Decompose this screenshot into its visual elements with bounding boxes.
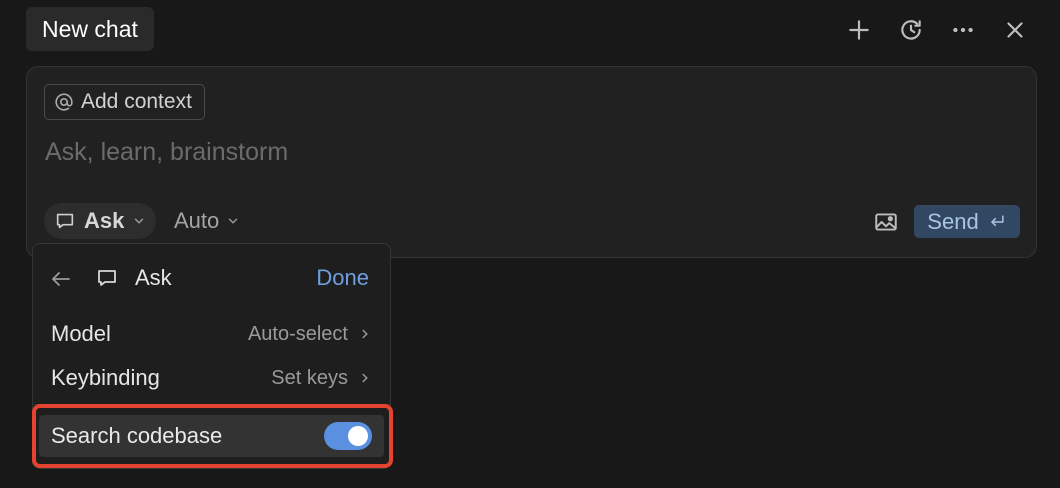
- history-icon[interactable]: [892, 11, 930, 49]
- composer: Add context Ask Auto Send: [26, 66, 1037, 258]
- chat-bubble-icon: [56, 213, 74, 229]
- header-actions: [840, 10, 1034, 50]
- chevron-right-icon: [362, 329, 368, 339]
- chat-tab-title[interactable]: New chat: [26, 7, 154, 51]
- send-button[interactable]: Send: [914, 205, 1020, 238]
- send-label: Send: [927, 208, 979, 234]
- add-context-button[interactable]: Add context: [44, 84, 205, 120]
- divider: [33, 404, 390, 405]
- add-context-label: Add context: [81, 90, 192, 113]
- toggle-knob: [348, 426, 368, 446]
- plus-icon[interactable]: [840, 11, 878, 49]
- model-row-label: Model: [51, 321, 111, 346]
- chevron-down-icon: [229, 218, 238, 224]
- mode-selector[interactable]: Ask: [44, 203, 157, 239]
- image-icon[interactable]: [873, 209, 899, 235]
- prompt-input[interactable]: [45, 135, 945, 169]
- return-key-icon: [990, 214, 1004, 226]
- model-label: Auto: [174, 208, 220, 233]
- chat-bubble-icon: [98, 270, 116, 286]
- keybinding-row-value: Set keys: [271, 366, 348, 389]
- mode-label: Ask: [84, 208, 125, 233]
- chat-panel: New chat Add context Ask Auto: [0, 0, 1060, 488]
- more-icon[interactable]: [944, 11, 982, 49]
- search-codebase-toggle[interactable]: [324, 422, 372, 450]
- chevron-down-icon: [135, 218, 144, 224]
- close-icon[interactable]: [996, 11, 1034, 49]
- model-selector[interactable]: Auto: [174, 203, 240, 239]
- model-row[interactable]: Model Auto-select: [33, 314, 390, 354]
- keybinding-row[interactable]: Keybinding Set keys: [33, 358, 390, 398]
- search-codebase-label: Search codebase: [51, 423, 223, 448]
- panel-title: Ask: [135, 265, 172, 290]
- done-button[interactable]: Done: [316, 262, 369, 294]
- at-sign-icon: [55, 93, 73, 111]
- back-arrow-icon[interactable]: [49, 267, 73, 291]
- keybinding-row-label: Keybinding: [51, 365, 160, 390]
- search-codebase-row[interactable]: Search codebase: [39, 415, 384, 457]
- chevron-right-icon: [362, 373, 368, 383]
- mode-dropdown: Ask Done Model Auto-select Keybinding Se…: [32, 243, 391, 469]
- model-row-value: Auto-select: [247, 322, 348, 345]
